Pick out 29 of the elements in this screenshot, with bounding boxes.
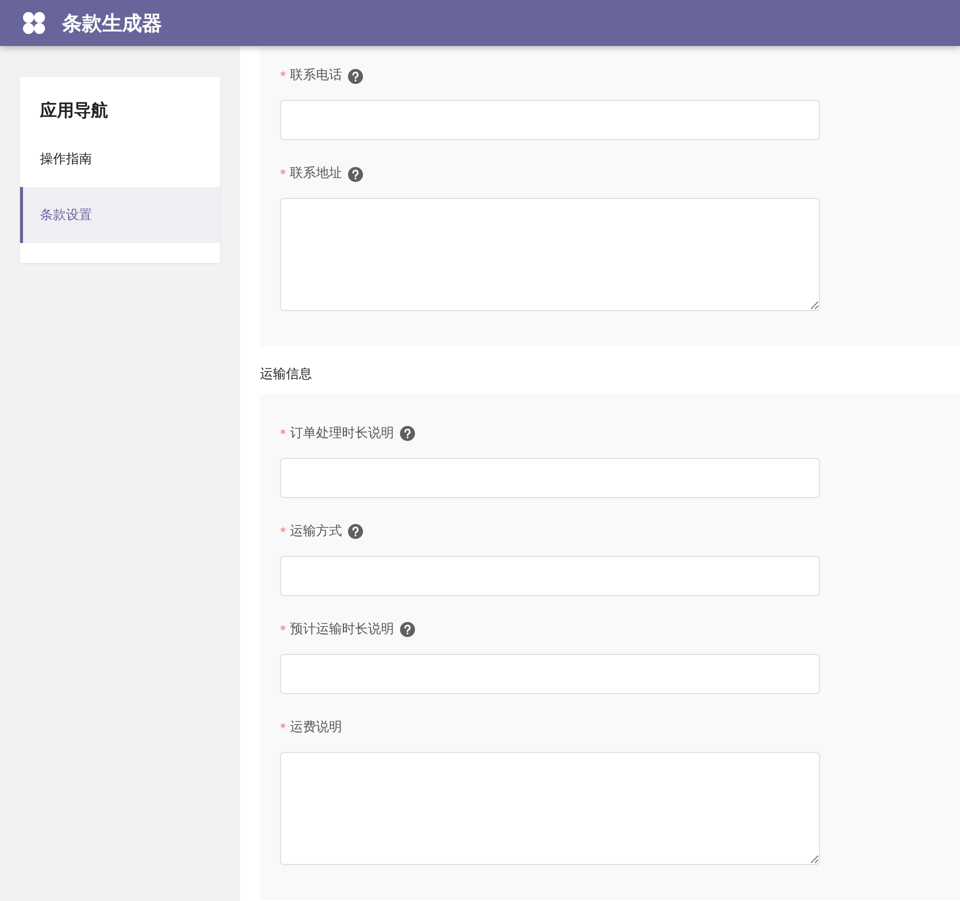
required-mark: * bbox=[280, 166, 286, 183]
input-field[interactable] bbox=[280, 556, 820, 596]
required-mark: * bbox=[280, 622, 286, 639]
help-icon[interactable] bbox=[400, 622, 415, 638]
help-icon[interactable] bbox=[348, 524, 363, 540]
field-label: 联系电话 bbox=[290, 67, 342, 86]
field-label: 联系地址 bbox=[290, 165, 342, 184]
field-label: 运费说明 bbox=[290, 718, 342, 737]
required-mark: * bbox=[280, 68, 286, 85]
field-label: 运输方式 bbox=[290, 522, 342, 541]
text-area[interactable] bbox=[280, 198, 820, 311]
input-field[interactable] bbox=[280, 654, 820, 694]
required-mark: * bbox=[280, 524, 286, 541]
help-icon[interactable] bbox=[400, 426, 415, 442]
sidebar-item[interactable]: 操作指南 bbox=[20, 131, 220, 188]
field-label: 订单处理时长说明 bbox=[290, 424, 394, 443]
required-mark: * bbox=[280, 426, 286, 443]
section-title: 运输信息 bbox=[260, 366, 313, 384]
app-title: 条款生成器 bbox=[62, 10, 162, 37]
text-area[interactable] bbox=[280, 752, 820, 865]
help-icon[interactable] bbox=[348, 68, 363, 84]
field-label: 预计运输时长说明 bbox=[290, 620, 394, 639]
help-icon[interactable] bbox=[348, 166, 363, 182]
navigation-title: 应用导航 bbox=[38, 100, 109, 123]
logo-icon bbox=[22, 11, 46, 35]
input-field[interactable] bbox=[280, 458, 820, 498]
sidebar-item[interactable]: 条款设置 bbox=[20, 187, 220, 244]
required-mark: * bbox=[280, 720, 286, 737]
input-field[interactable] bbox=[280, 100, 820, 140]
